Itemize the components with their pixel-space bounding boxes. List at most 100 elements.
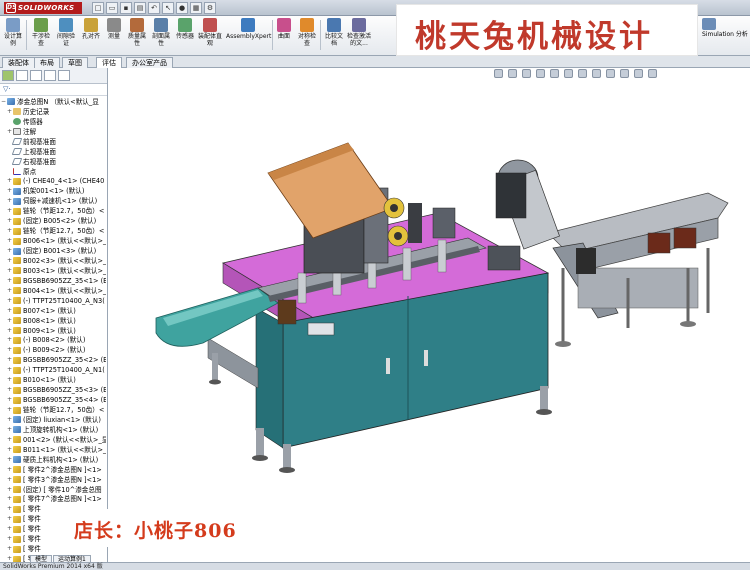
tree-item[interactable]: + B002<3> (默认<<默认>_ [0, 256, 106, 266]
tree-expand-toggle[interactable]: + [6, 375, 13, 385]
graphics-viewport[interactable] [108, 68, 750, 562]
tree-expand-toggle[interactable]: + [6, 504, 13, 514]
tree-expand-toggle[interactable]: + [6, 306, 13, 316]
tree-item[interactable]: 传感器 [0, 117, 106, 127]
tree-expand-toggle[interactable]: + [6, 316, 13, 326]
tree-item[interactable]: + (固定) B001<3> (默认) [0, 246, 106, 256]
tree-item[interactable]: + [ 零件2^渗金总图N ]<1> [0, 465, 106, 475]
file-properties-icon[interactable]: ▦ [190, 2, 202, 14]
assemblyxpert-button[interactable]: AssemblyXpert [226, 18, 271, 54]
tree-expand-toggle[interactable]: + [6, 534, 13, 544]
measure-button[interactable]: 测量 [104, 18, 124, 54]
tree-expand-toggle[interactable]: + [6, 495, 13, 505]
select-arrow-icon[interactable]: ↖ [162, 2, 174, 14]
tree-expand-toggle[interactable]: + [6, 206, 13, 216]
tree-expand-toggle[interactable]: + [6, 286, 13, 296]
sensor-button[interactable]: 传感器 [174, 18, 196, 54]
tree-item[interactable]: + B006<1> (默认<<默认>_ [0, 236, 106, 246]
tree-item[interactable]: + 链轮（节距12.7，50齿）< [0, 226, 106, 236]
tree-expand-toggle[interactable]: + [6, 554, 13, 562]
tree-expand-toggle[interactable]: + [6, 266, 13, 276]
tree-expand-toggle[interactable]: + [6, 336, 13, 346]
configuration-manager-tab-icon[interactable] [30, 70, 42, 81]
tree-expand-toggle[interactable]: + [6, 296, 13, 306]
tree-item[interactable]: + (-) B009<2> (默认) [0, 345, 106, 355]
tree-item[interactable]: + (固定) B005<2> (默认) [0, 216, 106, 226]
feature-manager-tab-icon[interactable] [2, 70, 14, 81]
machine-assembly-model[interactable] [108, 68, 750, 562]
tree-expand-toggle[interactable]: + [6, 216, 13, 226]
tree-item[interactable]: 原点 [0, 167, 106, 177]
tree-item[interactable]: + B007<1> (默认) [0, 306, 106, 316]
tree-expand-toggle[interactable]: + [6, 236, 13, 246]
tree-item[interactable]: + (固定) liuxian<1> (默认) [0, 415, 106, 425]
tree-item[interactable]: + 上顶旋转机构<1> (默认) [0, 425, 106, 435]
tree-expand-toggle[interactable]: + [6, 485, 13, 495]
tree-item[interactable]: + B003<1> (默认<<默认>_ [0, 266, 106, 276]
tree-item[interactable]: + B009<1> (默认) [0, 326, 106, 336]
tree-expand-toggle[interactable]: + [6, 107, 13, 117]
tree-item[interactable]: + 硬质上料机构<1> (默认) [0, 455, 106, 465]
tree-item[interactable]: + BGSBB6905ZZ_35<2> (E [0, 355, 106, 365]
curvature-button[interactable]: 曲面 [274, 18, 294, 54]
tree-expand-toggle[interactable]: + [6, 425, 13, 435]
hole-alignment-button[interactable]: 孔对齐 [80, 18, 102, 54]
mass-properties-button[interactable]: 质量属性 [126, 18, 148, 54]
tree-item[interactable]: + [ 零件7^渗金总图N ]<1> [0, 495, 106, 505]
tree-expand-toggle[interactable]: + [6, 326, 13, 336]
tree-item[interactable]: 右视基准面 [0, 157, 106, 167]
tree-expand-toggle[interactable]: + [6, 355, 13, 365]
tree-item[interactable]: + B008<1> (默认) [0, 316, 106, 326]
tree-expand-toggle[interactable]: + [6, 385, 13, 395]
tab-office-products[interactable]: 办公室产品 [126, 57, 173, 68]
dimxpert-tab-icon[interactable] [44, 70, 56, 81]
tree-expand-toggle[interactable]: + [6, 544, 13, 554]
tree-expand-toggle[interactable]: + [6, 365, 13, 375]
options-gear-icon[interactable]: ⚙ [204, 2, 216, 14]
tree-item[interactable]: + BGSBB6905ZZ_35<3> (E [0, 385, 106, 395]
tree-expand-toggle[interactable]: + [6, 196, 13, 206]
simulation-analysis-button[interactable]: Simulation 分析 [702, 18, 748, 38]
tree-item[interactable]: 上视基准面 [0, 147, 106, 157]
tree-expand-toggle[interactable]: + [6, 465, 13, 475]
tree-expand-toggle[interactable]: + [6, 186, 13, 196]
tree-expand-toggle[interactable]: + [6, 395, 13, 405]
tree-expand-toggle[interactable]: + [6, 445, 13, 455]
tab-layout[interactable]: 布局 [34, 57, 60, 68]
tree-expand-toggle[interactable]: + [6, 345, 13, 355]
property-manager-tab-icon[interactable] [16, 70, 28, 81]
undo-icon[interactable]: ↶ [148, 2, 160, 14]
display-manager-tab-icon[interactable] [58, 70, 70, 81]
tree-item[interactable]: + B011<1> (默认<<默认>_ [0, 445, 106, 455]
tree-item[interactable]: + 伺服+减速机<1> (默认) [0, 196, 106, 206]
tab-sketch[interactable]: 草图 [62, 57, 88, 68]
tree-item[interactable]: + 注解 [0, 127, 106, 137]
tree-item[interactable]: + (固定) [ 零件10^渗金总图 [0, 485, 106, 495]
tree-item[interactable]: +001<2> (默认<<默认>_显 [0, 435, 106, 445]
tree-item[interactable]: + (-) B008<2> (默认) [0, 336, 106, 346]
rebuild-icon[interactable]: ● [176, 2, 188, 14]
tree-expand-toggle[interactable]: + [6, 455, 13, 465]
tree-item[interactable]: + 链轮（节距12.7，50齿）< [0, 405, 106, 415]
tree-item[interactable]: + [ 零件3^渗金总图N ]<1> [0, 475, 106, 485]
tree-expand-toggle[interactable]: + [6, 405, 13, 415]
tree-expand-toggle[interactable]: + [6, 435, 13, 445]
tab-assembly[interactable]: 装配体 [2, 57, 35, 68]
open-folder-icon[interactable]: ▭ [106, 2, 118, 14]
tree-expand-toggle[interactable]: + [6, 246, 13, 256]
tree-item[interactable]: + B010<1> (默认) [0, 375, 106, 385]
tree-item[interactable]: + 历史记录 [0, 107, 106, 117]
tree-expand-toggle[interactable]: + [6, 475, 13, 485]
tree-item[interactable]: + (-) CHE40_4<1> (CHE40 [0, 177, 106, 187]
tree-expand-toggle[interactable]: + [6, 415, 13, 425]
symmetry-check-button[interactable]: 对称检查 [296, 18, 318, 54]
tree-expand-toggle[interactable]: + [6, 514, 13, 524]
tree-expand-toggle[interactable]: + [6, 226, 13, 236]
interference-check-button[interactable]: 干涉检查 [30, 18, 52, 54]
print-icon[interactable]: ▤ [134, 2, 146, 14]
tree-item[interactable]: + B004<1> (默认<<默认>_ [0, 286, 106, 296]
section-properties-button[interactable]: 剖面属性 [150, 18, 172, 54]
tree-expand-toggle[interactable]: + [6, 256, 13, 266]
tree-item[interactable]: − 渗金总图N （默认<默认_显 [0, 97, 106, 107]
tree-filter[interactable]: ▽· [0, 84, 107, 96]
